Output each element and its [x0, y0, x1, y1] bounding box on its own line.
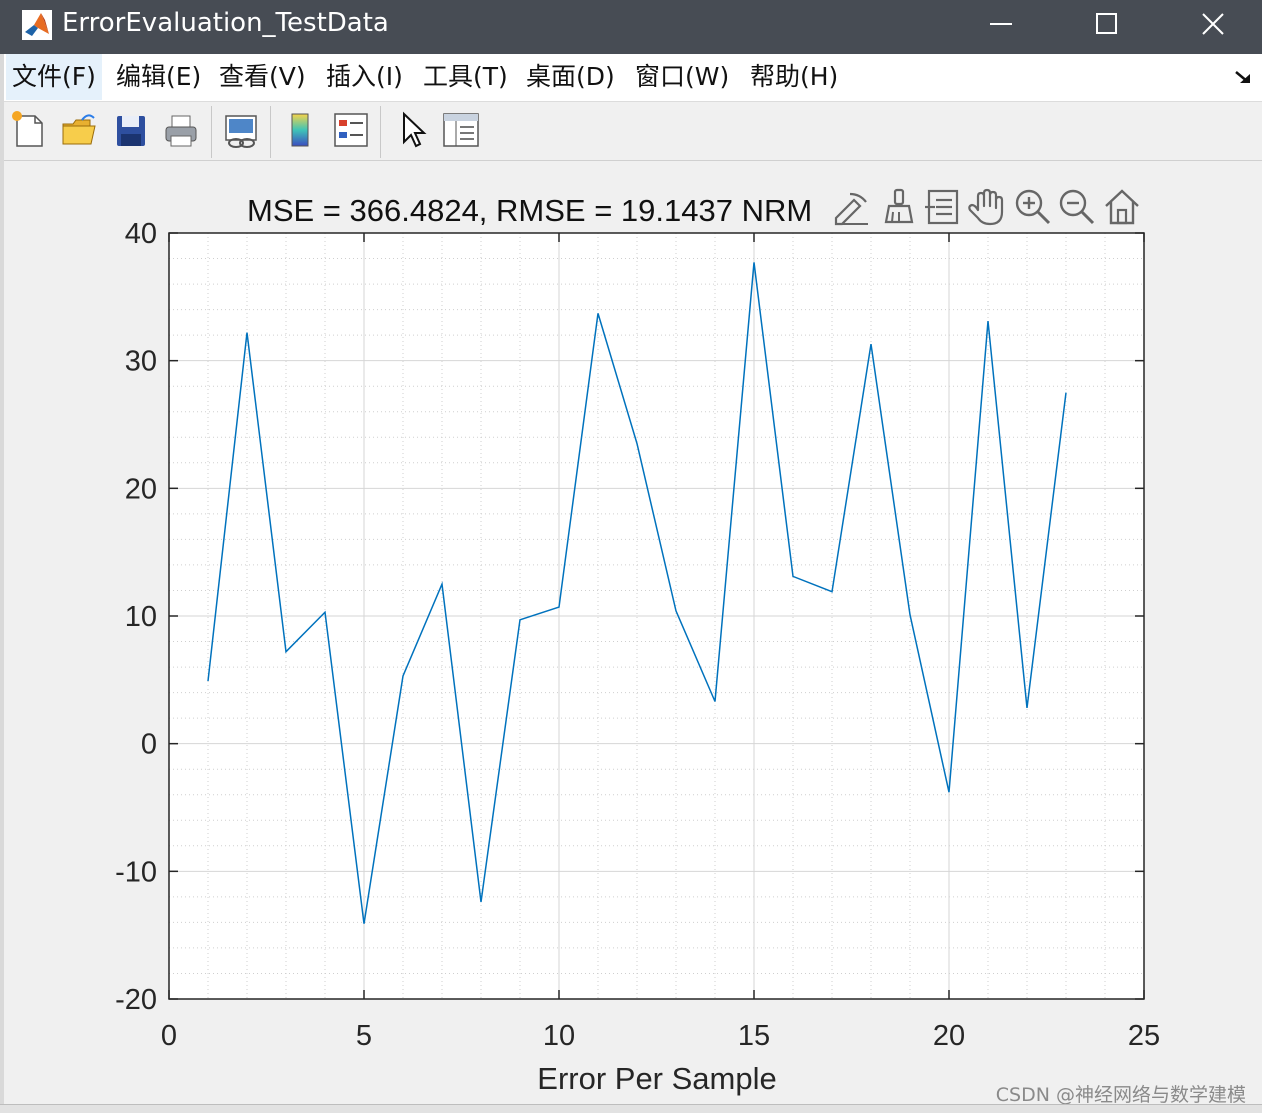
x-tick-label: 10 — [543, 1020, 575, 1052]
y-tick-label: 0 — [141, 729, 157, 761]
y-tick-label: 20 — [125, 473, 157, 505]
restore-view-button[interactable] — [1102, 186, 1142, 226]
zoom-out-button[interactable] — [1056, 186, 1096, 226]
zoom-out-icon — [1059, 189, 1095, 225]
x-tick-label: 0 — [161, 1020, 177, 1052]
y-tick-label: 10 — [125, 601, 157, 633]
line-plot[interactable]: 0 5 10 15 20 25 -20 -10 0 10 20 30 40 MSE = 366.4824… — [0, 0, 1262, 1112]
y-tick-label: -10 — [115, 856, 157, 888]
data-tips-button[interactable] — [922, 186, 962, 226]
zoom-in-button[interactable] — [1012, 186, 1052, 226]
brush-export-icon — [834, 192, 868, 226]
y-tick-label: 30 — [125, 346, 157, 378]
y-tick-label: -20 — [115, 984, 157, 1016]
x-tick-label: 5 — [356, 1020, 372, 1052]
x-tick-label: 15 — [738, 1020, 770, 1052]
y-tick-label: 40 — [125, 218, 157, 250]
data-tips-icon — [925, 189, 959, 225]
x-tick-label: 25 — [1128, 1020, 1160, 1052]
chart-title: MSE = 366.4824, RMSE = 19.1437 NRM — [247, 193, 812, 228]
zoom-in-icon — [1015, 189, 1051, 225]
data-brush-button[interactable] — [878, 186, 918, 226]
data-brush-icon — [884, 188, 914, 224]
x-tick-label: 20 — [933, 1020, 965, 1052]
x-axis-label: Error Per Sample — [537, 1061, 776, 1096]
watermark: CSDN @神经网络与数学建模 — [995, 1084, 1246, 1106]
pan-icon — [968, 188, 1004, 226]
restore-view-icon — [1105, 189, 1139, 225]
pan-button[interactable] — [966, 186, 1006, 226]
brush-export-button[interactable] — [830, 186, 874, 226]
